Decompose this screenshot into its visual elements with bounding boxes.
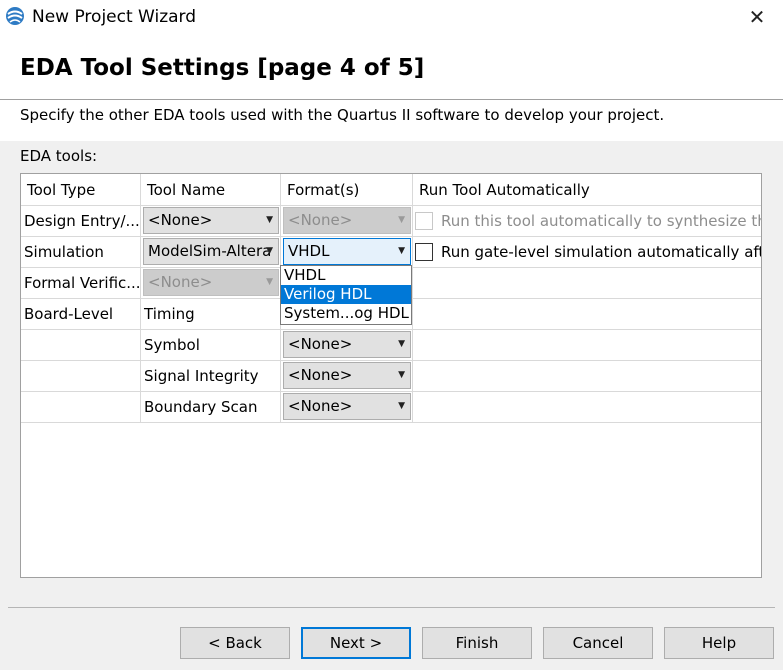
signal-integrity-format-select[interactable]: <None> ▼ bbox=[283, 362, 411, 389]
boundary-scan-format-select[interactable]: <None> ▼ bbox=[283, 393, 411, 420]
design-entry-run-label: Run this tool automatically to synthesiz… bbox=[441, 212, 761, 230]
symbol-format-select[interactable]: <None> ▼ bbox=[283, 331, 411, 358]
quartus-app-icon bbox=[6, 7, 24, 25]
column-header-formats[interactable]: Format(s) bbox=[281, 174, 413, 206]
chevron-down-icon: ▼ bbox=[398, 401, 405, 411]
row-board-symbol-format-cell: <None> ▼ bbox=[281, 330, 413, 361]
select-value: <None> bbox=[148, 211, 213, 229]
eda-tools-table: Tool Type Tool Name Format(s) Run Tool A… bbox=[20, 173, 762, 578]
page-description: Specify the other EDA tools used with th… bbox=[20, 106, 665, 124]
title-bar: New Project Wizard ✕ bbox=[0, 0, 783, 38]
board-symbol-label: Symbol bbox=[144, 336, 200, 354]
chevron-down-icon: ▼ bbox=[398, 339, 405, 349]
column-header-tool-name[interactable]: Tool Name bbox=[141, 174, 281, 206]
format-option-verilog-hdl[interactable]: Verilog HDL bbox=[281, 285, 411, 304]
simulation-format-select[interactable]: VHDL ▼ bbox=[283, 238, 411, 265]
row-design-entry-run-cell: Run this tool automatically to synthesiz… bbox=[413, 206, 761, 237]
simulation-tool-name-select[interactable]: ModelSim-Altera ▼ bbox=[143, 238, 279, 265]
design-entry-tool-name-select[interactable]: <None> ▼ bbox=[143, 207, 279, 234]
select-value: <None> bbox=[288, 397, 353, 415]
chevron-down-icon: ▼ bbox=[398, 370, 405, 380]
select-value: VHDL bbox=[288, 242, 330, 260]
row-board-timing-name: Timing bbox=[141, 299, 281, 330]
row-board-signal-type bbox=[21, 361, 141, 392]
format-option-systemverilog-hdl[interactable]: System...og HDL bbox=[281, 304, 411, 323]
row-board-symbol-name: Symbol bbox=[141, 330, 281, 361]
row-formal-verification-run-cell bbox=[413, 268, 761, 299]
design-entry-format-select: <None> ▼ bbox=[283, 207, 411, 234]
row-board-level-type: Board-Level bbox=[21, 299, 141, 330]
header-divider bbox=[0, 99, 783, 100]
formal-verification-tool-name-select: <None> ▼ bbox=[143, 269, 279, 296]
row-formal-verification-type: Formal Verific... bbox=[21, 268, 141, 299]
chevron-down-icon: ▼ bbox=[398, 246, 405, 256]
close-button[interactable]: ✕ bbox=[745, 2, 769, 32]
window-title: New Project Wizard bbox=[32, 7, 197, 27]
wizard-header: EDA Tool Settings [page 4 of 5] Specify … bbox=[0, 38, 783, 141]
row-board-boundary-name: Boundary Scan bbox=[141, 392, 281, 423]
help-button[interactable]: Help bbox=[664, 627, 774, 659]
next-button[interactable]: Next > bbox=[301, 627, 411, 659]
row-formal-verification-name-cell: <None> ▼ bbox=[141, 268, 281, 299]
chevron-down-icon: ▼ bbox=[266, 246, 273, 256]
format-dropdown-list: VHDL Verilog HDL System...og HDL bbox=[280, 265, 412, 325]
column-header-tool-type[interactable]: Tool Type bbox=[21, 174, 141, 206]
row-board-signal-run-cell bbox=[413, 361, 761, 392]
select-value: ModelSim-Altera bbox=[148, 242, 272, 260]
format-option-vhdl[interactable]: VHDL bbox=[281, 266, 411, 285]
chevron-down-icon: ▼ bbox=[266, 215, 273, 225]
simulation-run-label[interactable]: Run gate-level simulation automatically … bbox=[441, 242, 761, 262]
row-simulation-run-cell: Run gate-level simulation automatically … bbox=[413, 237, 761, 268]
board-timing-label: Timing bbox=[144, 305, 195, 323]
page-title: EDA Tool Settings [page 4 of 5] bbox=[20, 55, 425, 81]
back-button[interactable]: < Back bbox=[180, 627, 290, 659]
row-board-signal-format-cell: <None> ▼ bbox=[281, 361, 413, 392]
row-simulation-name-cell: ModelSim-Altera ▼ bbox=[141, 237, 281, 268]
row-board-timing-run-cell bbox=[413, 299, 761, 330]
board-signal-integrity-label: Signal Integrity bbox=[144, 367, 259, 385]
eda-tools-label: EDA tools: bbox=[20, 147, 98, 165]
row-board-boundary-type bbox=[21, 392, 141, 423]
design-entry-run-checkbox bbox=[415, 212, 433, 230]
row-design-entry-format-cell: <None> ▼ bbox=[281, 206, 413, 237]
footer-divider bbox=[8, 607, 775, 608]
select-value: <None> bbox=[288, 366, 353, 384]
select-value: <None> bbox=[148, 273, 213, 291]
select-value: <None> bbox=[288, 335, 353, 353]
row-simulation-type: Simulation bbox=[21, 237, 141, 268]
row-board-signal-name: Signal Integrity bbox=[141, 361, 281, 392]
column-header-run-tool[interactable]: Run Tool Automatically bbox=[413, 174, 761, 206]
row-design-entry-type: Design Entry/... bbox=[21, 206, 141, 237]
row-board-symbol-run-cell bbox=[413, 330, 761, 361]
row-design-entry-name-cell: <None> ▼ bbox=[141, 206, 281, 237]
row-board-boundary-format-cell: <None> ▼ bbox=[281, 392, 413, 423]
simulation-run-checkbox[interactable] bbox=[415, 243, 433, 261]
chevron-down-icon: ▼ bbox=[266, 277, 273, 287]
row-board-symbol-type bbox=[21, 330, 141, 361]
select-value: <None> bbox=[288, 211, 353, 229]
row-board-boundary-run-cell bbox=[413, 392, 761, 423]
row-simulation-format-cell: VHDL ▼ bbox=[281, 237, 413, 268]
finish-button[interactable]: Finish bbox=[422, 627, 532, 659]
board-boundary-scan-label: Boundary Scan bbox=[144, 398, 258, 416]
chevron-down-icon: ▼ bbox=[398, 215, 405, 225]
cancel-button[interactable]: Cancel bbox=[543, 627, 653, 659]
